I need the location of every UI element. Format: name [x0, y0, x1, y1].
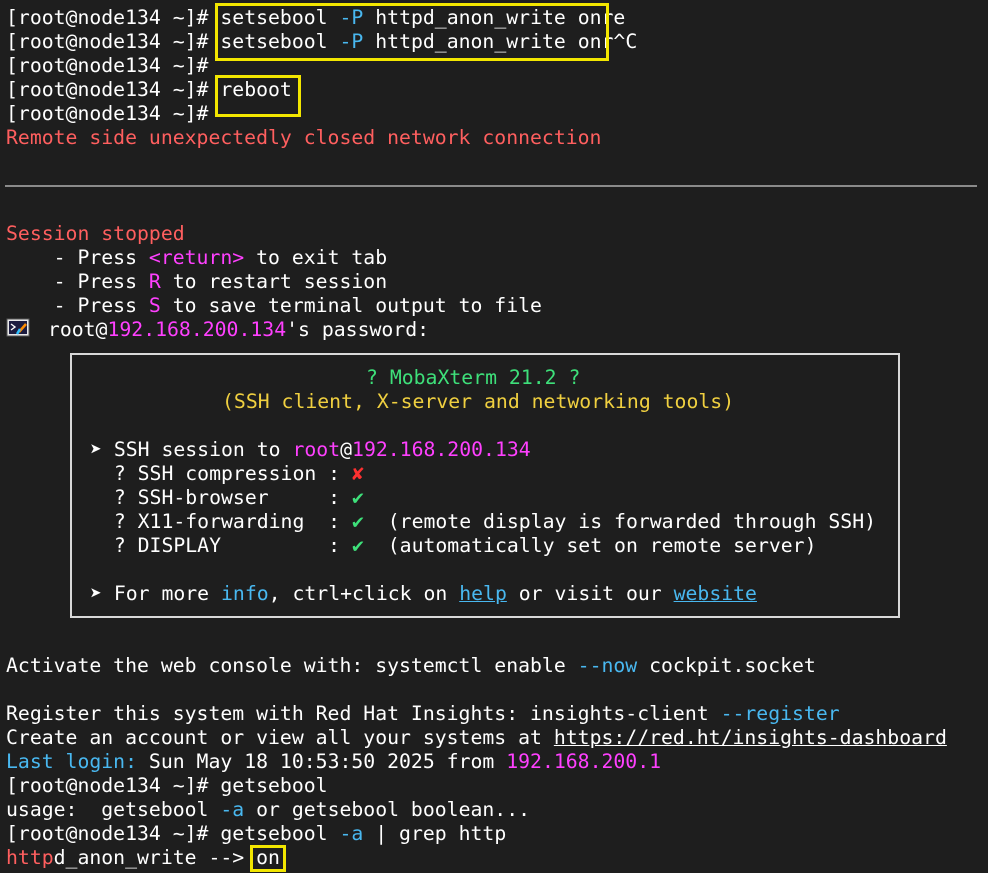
website-link[interactable]: website	[674, 582, 757, 605]
highlight-on-value	[250, 845, 286, 872]
option-key: S	[148, 294, 161, 317]
banner-title: ? MobaXterm 21.2 ?	[366, 366, 581, 389]
command-flag: -a	[339, 822, 364, 845]
command-text: getsebool	[220, 822, 340, 845]
insights-register-line: Register this system with Red Hat Insigh…	[6, 702, 840, 726]
option-text: to restart session	[160, 270, 388, 293]
banner-text: , ctrl+click on	[268, 582, 460, 605]
banner-host: 192.168.200.134	[352, 438, 531, 461]
grep-output-line: httpd_anon_write --> on	[6, 846, 280, 870]
shell-prompt: [root@node134 ~]#	[6, 54, 209, 77]
terminal-line: [root@node134 ~]# getsebool	[6, 774, 328, 798]
grep-output-text: d_anon_write -->	[53, 846, 257, 869]
shell-prompt: [root@node134 ~]#	[6, 78, 209, 101]
check-icon: ✔	[352, 486, 364, 509]
shell-prompt: [root@node134 ~]#	[6, 774, 209, 797]
login-host: 192.168.200.134	[107, 318, 287, 341]
banner-user: root	[292, 438, 341, 461]
banner-more-line: ➤ For more info, ctrl+click on help or v…	[90, 582, 757, 606]
shell-prompt: [root@node134 ~]#	[6, 6, 209, 29]
login-suffix: 's password:	[286, 318, 430, 341]
last-login-text: Sun May 18 10:53:50 2025 from	[137, 750, 507, 773]
terminal-line: [root@node134 ~]#	[6, 102, 208, 126]
banner-browser-line: ? SSH-browser : ✔	[90, 486, 364, 510]
banner-label: ? X11-forwarding :	[90, 510, 353, 533]
command-text: | grep http	[363, 822, 507, 845]
banner-subtitle: (SSH client, X-server and networking too…	[222, 390, 735, 413]
banner-text: or visit our	[506, 582, 674, 605]
option-text: - Press	[6, 246, 149, 269]
session-divider	[5, 185, 977, 187]
motd-text: Create an account or view all your syste…	[6, 726, 554, 749]
banner-x11-line: ? X11-forwarding : ✔ (remote display is …	[90, 510, 876, 534]
shell-prompt: [root@node134 ~]#	[6, 30, 209, 53]
banner-note: (automatically set on remote server)	[363, 534, 817, 557]
web-console-line: Activate the web console with: systemctl…	[6, 654, 816, 678]
banner-display-line: ? DISPLAY : ✔ (automatically set on remo…	[90, 534, 817, 558]
shell-prompt: [root@node134 ~]#	[6, 822, 209, 845]
cross-icon: ✘	[352, 462, 364, 485]
password-prompt: root@192.168.200.134's password:	[36, 318, 429, 342]
shell-prompt: [root@node134 ~]#	[6, 102, 209, 125]
login-user: root@	[36, 318, 108, 341]
banner-text: @	[340, 438, 353, 461]
session-stopped-message: Session stopped	[6, 222, 185, 245]
banner-text: ➤ SSH session to	[90, 438, 293, 461]
last-login-ip: 192.168.200.1	[506, 750, 662, 773]
option-key: R	[148, 270, 161, 293]
connection-closed-message: Remote side unexpectedly closed network …	[6, 126, 602, 149]
help-link[interactable]: help	[459, 582, 507, 605]
banner-session-line: ➤ SSH session to root@192.168.200.134	[90, 438, 531, 462]
usage-text: or getsebool boolean...	[244, 798, 531, 821]
terminal-line: [root@node134 ~]#	[6, 54, 208, 78]
grep-match: http	[6, 846, 54, 869]
highlight-reboot-command	[215, 75, 301, 117]
banner-label: ? SSH compression :	[90, 462, 353, 485]
option-text: to save terminal output to file	[160, 294, 542, 317]
session-option-exit: - Press <return> to exit tab	[6, 246, 388, 270]
info-link[interactable]: info	[221, 582, 269, 605]
banner-text: ➤ For more	[90, 582, 222, 605]
last-login-label: Last login:	[6, 750, 138, 773]
last-login-line: Last login: Sun May 18 10:53:50 2025 fro…	[6, 750, 661, 774]
usage-text: usage: getsebool	[6, 798, 221, 821]
check-icon: ✔	[352, 534, 364, 557]
command-flag: --register	[720, 702, 840, 725]
check-icon: ✔	[352, 510, 364, 533]
command-flag: --now	[577, 654, 638, 677]
session-option-save: - Press S to save terminal output to fil…	[6, 294, 542, 318]
motd-text: cockpit.socket	[637, 654, 816, 677]
banner-label: ? SSH-browser :	[90, 486, 353, 509]
option-text: - Press	[6, 294, 149, 317]
banner-label: ? DISPLAY :	[90, 534, 353, 557]
highlight-setsebool-commands	[215, 3, 609, 61]
terminal-window[interactable]: [root@node134 ~]# setsebool -P httpd_ano…	[0, 0, 988, 873]
command-flag: -a	[220, 798, 245, 821]
usage-line: usage: getsebool -a or getsebool boolean…	[6, 798, 530, 822]
session-option-restart: - Press R to restart session	[6, 270, 388, 294]
insights-account-line: Create an account or view all your syste…	[6, 726, 947, 750]
banner-note: (remote display is forwarded through SSH…	[363, 510, 877, 533]
option-key: <return>	[148, 246, 245, 269]
terminal-line: [root@node134 ~]# getsebool -a | grep ht…	[6, 822, 506, 846]
option-text: to exit tab	[244, 246, 388, 269]
option-text: - Press	[6, 270, 149, 293]
motd-text: Register this system with Red Hat Insigh…	[6, 702, 721, 725]
insights-dashboard-link[interactable]: https://red.ht/insights-dashboard	[554, 726, 947, 749]
banner-compression-line: ? SSH compression : ✘	[90, 462, 364, 486]
mobaxterm-session-icon	[6, 318, 30, 337]
motd-text: Activate the web console with: systemctl…	[6, 654, 578, 677]
command-text: getsebool	[220, 774, 328, 797]
